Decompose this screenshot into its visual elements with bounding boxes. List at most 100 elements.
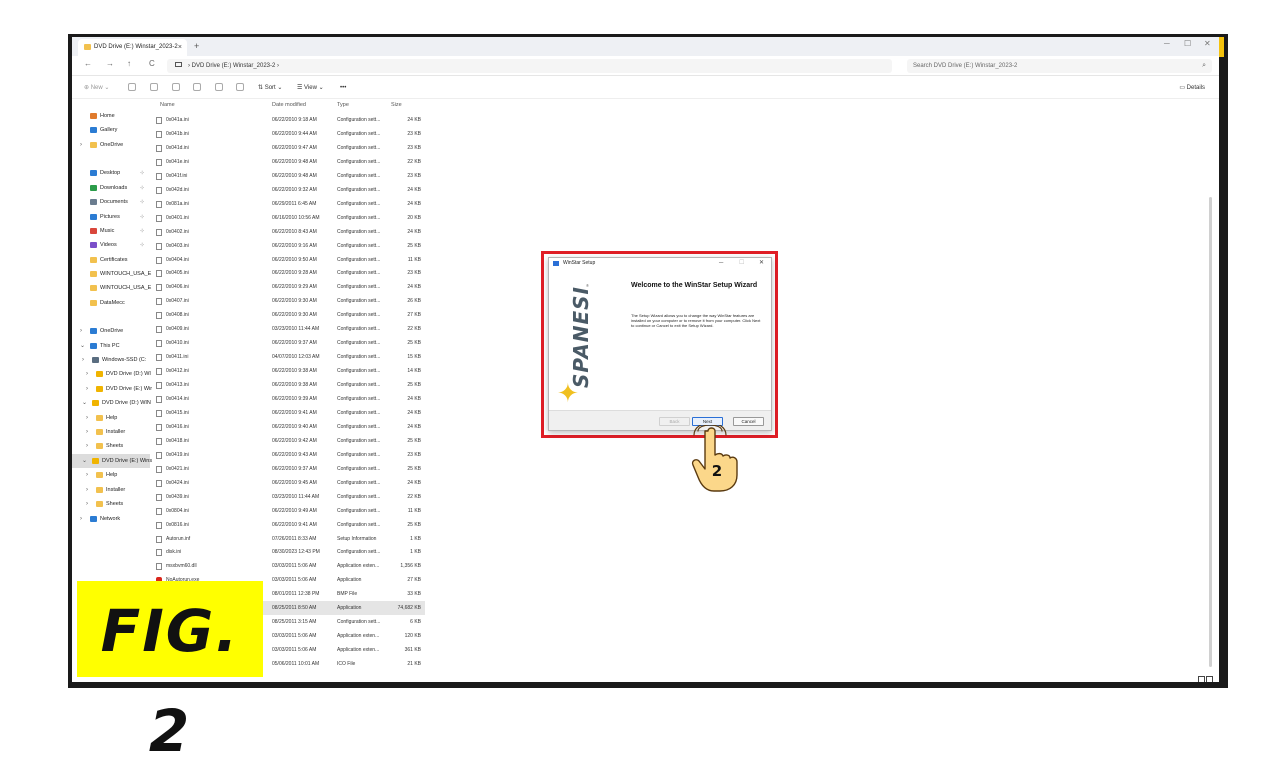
sidebar-item-desktop[interactable]: Desktop ⊹ [72,166,150,180]
expand-chevron-icon[interactable]: › [86,425,88,439]
sidebar-item-certificates[interactable]: Certificates [72,253,150,267]
file-row[interactable]: 0x0413.ini 06/22/2010 9:38 AM Configuratio… [150,378,425,392]
sort-button[interactable]: ⇅ Sort ⌄ [258,82,282,94]
file-row[interactable]: disk.ini 08/30/2023 12:43 PM Configuration… [150,545,425,559]
sidebar-item-pictures[interactable]: Pictures ⊹ [72,210,150,224]
cut-icon[interactable] [128,83,136,91]
expand-chevron-icon[interactable]: › [80,324,82,338]
dialog-minimize-icon[interactable]: ─ [719,258,723,269]
sidebar-item-videos[interactable]: Videos ⊹ [72,238,150,252]
forward-icon[interactable]: → [106,59,114,68]
expand-chevron-icon[interactable]: ⌄ [82,454,87,468]
sidebar-item-datamecc[interactable]: DataMecc [72,296,150,310]
column-name[interactable]: Name [160,102,175,108]
expand-chevron-icon[interactable]: › [86,497,88,511]
sidebar-item-network[interactable]: › Network [72,512,150,526]
sidebar-item-installer[interactable]: › Installer [72,425,150,439]
details-view-icon[interactable] [1198,676,1205,682]
file-row[interactable]: 0x041a.ini 06/22/2010 9:18 AM Configuratio… [150,113,425,127]
file-row[interactable]: 0x0412.ini 06/22/2010 9:38 AM Configuratio… [150,364,425,378]
file-row[interactable]: 0x0415.ini 06/22/2010 9:41 AM Configuratio… [150,406,425,420]
expand-chevron-icon[interactable]: › [86,411,88,425]
sidebar-item-dvd-drive-e-wins[interactable]: ⌄ DVD Drive (E:) Wins [72,454,152,468]
expand-chevron-icon[interactable]: ⌄ [82,396,87,410]
sidebar-item-dvd-drive-d-win[interactable]: ⌄ DVD Drive (D:) WIN [72,396,151,410]
file-row[interactable]: 0x0405.ini 06/22/2010 9:28 AM Configuratio… [150,266,425,280]
expand-chevron-icon[interactable]: › [82,353,84,367]
sidebar-item-sheets[interactable]: › Sheets [72,439,150,453]
file-row[interactable]: 0x0414.ini 06/22/2010 9:39 AM Configuratio… [150,392,425,406]
sidebar-item-wintouch-usa-e[interactable]: WINTOUCH_USA_E [72,267,151,281]
sidebar-item-sheets[interactable]: › Sheets [72,497,150,511]
sidebar-item-help[interactable]: › Help [72,468,150,482]
tab-close-icon[interactable]: × [178,39,182,56]
file-row[interactable]: 0x0424.ini 06/22/2010 9:45 AM Configuratio… [150,476,425,490]
back-icon[interactable]: ← [84,59,92,68]
file-row[interactable]: Autorun.inf 07/26/2011 8:33 AM Setup Infor… [150,532,425,546]
sidebar-item-music[interactable]: Music ⊹ [72,224,150,238]
view-toggle[interactable] [1198,670,1216,682]
sidebar-item-onedrive[interactable]: › OneDrive [72,324,150,338]
tiles-view-icon[interactable] [1206,676,1213,682]
sidebar-item-home[interactable]: Home [72,109,150,123]
file-row[interactable]: 0x0410.ini 06/22/2010 9:37 AM Configuratio… [150,336,425,350]
expand-chevron-icon[interactable]: › [86,382,88,396]
expand-chevron-icon[interactable]: › [86,468,88,482]
details-button[interactable]: ▭ Details [1179,82,1205,94]
file-row[interactable]: 0x041e.ini 06/22/2010 9:48 AM Configuratio… [150,155,425,169]
refresh-icon[interactable]: C [149,59,155,68]
file-row[interactable]: 0x0406.ini 06/22/2010 9:29 AM Configuratio… [150,280,425,294]
file-row[interactable]: 0x0403.ini 06/22/2010 9:16 AM Configuratio… [150,239,425,253]
file-row[interactable]: 0x0408.ini 06/22/2010 9:30 AM Configuratio… [150,308,425,322]
file-row[interactable]: 0x081a.ini 06/29/2011 6:45 AM Configuratio… [150,197,425,211]
up-icon[interactable]: ↑ [127,59,131,68]
scrollbar[interactable] [1209,197,1212,667]
rename-icon[interactable] [193,83,201,91]
file-row[interactable]: 0x0402.ini 06/22/2010 8:43 AM Configuratio… [150,225,425,239]
column-date[interactable]: Date modified [272,102,306,108]
more-options-button[interactable]: ••• [340,82,346,94]
file-row[interactable]: 0x041d.ini 06/22/2010 9:47 AM Configuratio… [150,141,425,155]
file-row[interactable]: 0x0404.ini 06/22/2010 9:50 AM Configuratio… [150,253,425,267]
file-row[interactable]: 0x0439.ini 03/23/2010 11:44 AM Configurati… [150,490,425,504]
new-button[interactable]: ⊕ New ⌄ [84,82,109,94]
file-row[interactable]: 0x042d.ini 06/22/2010 9:32 AM Configuratio… [150,183,425,197]
sidebar-item-dvd-drive-d-wi[interactable]: › DVD Drive (D:) WI [72,367,151,381]
file-row[interactable]: 0x0407.ini 06/22/2010 9:30 AM Configuratio… [150,294,425,308]
expand-chevron-icon[interactable]: › [86,483,88,497]
share-icon[interactable] [215,83,223,91]
expand-chevron-icon[interactable]: › [80,512,82,526]
search-input[interactable]: Search DVD Drive (E:) Winstar_2023-2 ⌕ [907,59,1212,73]
tab-dvd-drive[interactable]: DVD Drive (E:) Winstar_2023-2 × [78,39,187,56]
sidebar-item-dvd-drive-e-wir[interactable]: › DVD Drive (E:) Wir [72,382,152,396]
file-row[interactable]: 0x0419.ini 06/22/2010 9:43 AM Configuratio… [150,448,425,462]
sidebar-item-this-pc[interactable]: ⌄ This PC [72,339,150,353]
column-size[interactable]: Size [391,102,402,108]
file-row[interactable]: 0x041b.ini 06/22/2010 9:44 AM Configuratio… [150,127,425,141]
column-type[interactable]: Type [337,102,349,108]
copy-icon[interactable] [150,83,158,91]
file-row[interactable]: 0x0418.ini 06/22/2010 9:42 AM Configuratio… [150,434,425,448]
file-row[interactable]: 0x0416.ini 06/22/2010 9:40 AM Configuratio… [150,420,425,434]
file-row[interactable]: 0x0421.ini 06/22/2010 9:37 AM Configuratio… [150,462,425,476]
paste-icon[interactable] [172,83,180,91]
view-button[interactable]: ☰ View ⌄ [297,82,324,94]
sidebar-item-documents[interactable]: Documents ⊹ [72,195,150,209]
expand-chevron-icon[interactable]: › [80,138,82,152]
sidebar-item-windows-ssd-c[interactable]: › Windows-SSD (C: [72,353,150,367]
sidebar-item-onedrive[interactable]: › OneDrive [72,138,150,152]
file-row[interactable]: 0x0816.ini 06/22/2010 9:41 AM Configuratio… [150,518,425,532]
file-row[interactable]: 0x0409.ini 03/23/2010 11:44 AM Configurati… [150,322,425,336]
sidebar-item-help[interactable]: › Help [72,411,150,425]
sidebar-item-installer[interactable]: › Installer [72,483,150,497]
new-tab-button[interactable]: + [194,39,199,54]
sidebar-item-wintouch-usa-e[interactable]: WINTOUCH_USA_E [72,281,151,295]
expand-chevron-icon[interactable]: ⌄ [80,339,85,353]
expand-chevron-icon[interactable]: › [86,367,88,381]
delete-icon[interactable] [236,83,244,91]
sidebar-item-downloads[interactable]: Downloads ⊹ [72,181,150,195]
address-input[interactable]: › DVD Drive (E:) Winstar_2023-2 › [167,59,892,73]
expand-chevron-icon[interactable]: › [86,439,88,453]
close-icon[interactable]: ✕ [1204,39,1211,48]
dialog-close-icon[interactable]: ✕ [759,258,764,269]
